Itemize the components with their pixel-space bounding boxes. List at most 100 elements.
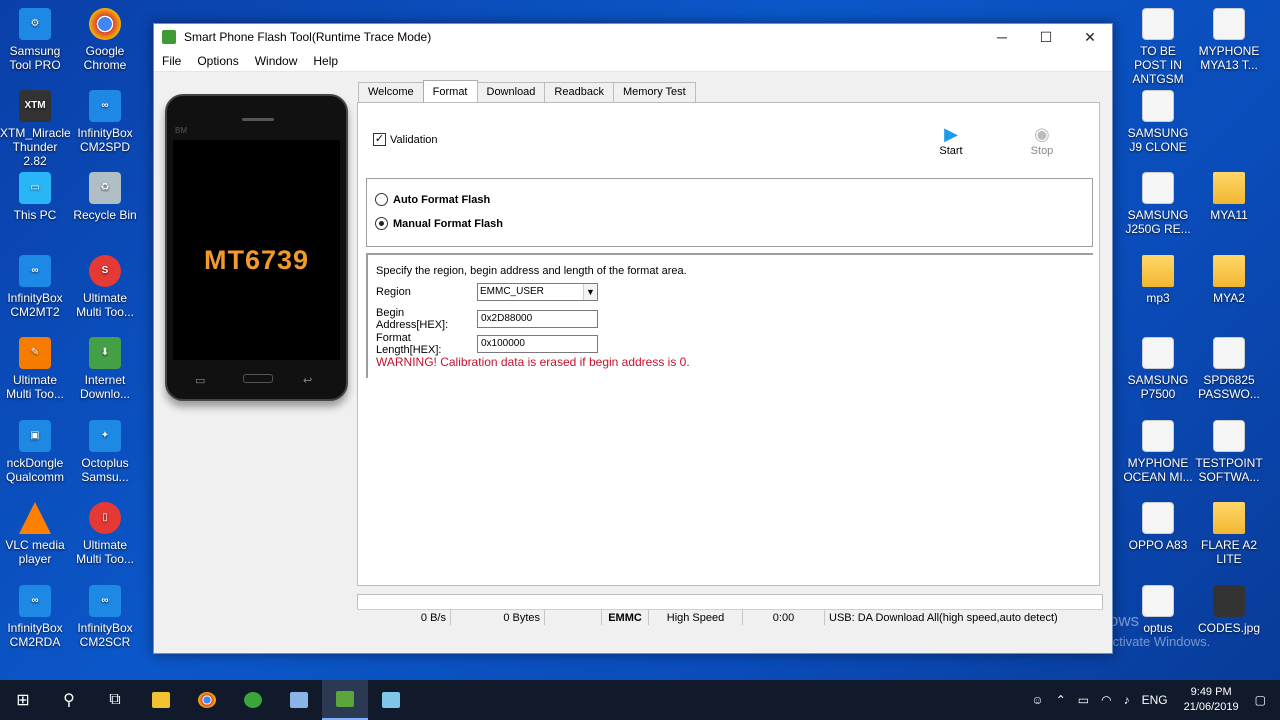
- menu-file[interactable]: File: [154, 54, 189, 68]
- tab-download[interactable]: Download: [476, 82, 546, 102]
- chevron-up-icon[interactable]: ⌃: [1050, 693, 1072, 707]
- manual-format-option[interactable]: Manual Format Flash: [375, 217, 503, 230]
- auto-format-radio[interactable]: [375, 193, 388, 206]
- desktop-icon-label: SPD6825 PASSWO...: [1198, 373, 1260, 401]
- region-select[interactable]: EMMC_USER ▼: [477, 283, 598, 301]
- desktop-icon-label: TO BE POST IN ANTGSM: [1132, 44, 1184, 86]
- desktop-icon-this-pc[interactable]: ▭ This PC: [0, 172, 70, 222]
- desktop-icon-samsung-p7500[interactable]: SAMSUNG P7500: [1123, 337, 1193, 401]
- desktop-icon-label: Google Chrome: [83, 44, 127, 72]
- folder-doc-icon: [1142, 90, 1174, 122]
- file-explorer-icon[interactable]: [138, 680, 184, 720]
- desktop-icon-infinitybox-cm2rda[interactable]: ∞ InfinityBox CM2RDA: [0, 585, 70, 649]
- desktop-icon-to-be-post[interactable]: TO BE POST IN ANTGSM: [1123, 8, 1193, 86]
- search-icon[interactable]: ⚲: [46, 680, 92, 720]
- format-length-input[interactable]: 0x100000: [477, 335, 598, 353]
- remote-desktop-icon[interactable]: [276, 680, 322, 720]
- format-length-label: Format Length[HEX]:: [376, 332, 442, 356]
- task-view-icon[interactable]: ⧉: [92, 680, 138, 720]
- taskbar: ⊞ ⚲ ⧉ ☺ ⌃ ▭ ◠ ♪ ENG 9:49 PM 21/06/2019 ▢: [0, 680, 1280, 720]
- desktop-icon-samsung-j250g[interactable]: SAMSUNG J250G RE...: [1123, 172, 1193, 236]
- utorrent-icon[interactable]: [230, 680, 276, 720]
- desktop-icon-label: MYPHONE OCEAN MI...: [1123, 456, 1193, 484]
- clock[interactable]: 9:49 PM 21/06/2019: [1174, 685, 1249, 715]
- desktop-icon-mp3[interactable]: mp3: [1123, 255, 1193, 305]
- desktop-icon-spd6825[interactable]: SPD6825 PASSWO...: [1194, 337, 1264, 401]
- stop-icon: ◉: [1034, 124, 1050, 144]
- validation-checkbox[interactable]: ✓: [373, 133, 386, 146]
- window-title: Smart Phone Flash Tool(Runtime Trace Mod…: [184, 30, 432, 44]
- desktop-icon-label: FLARE A2 LITE: [1200, 538, 1258, 566]
- desktop-icon-mya11[interactable]: MYA11: [1194, 172, 1264, 222]
- recycle-bin-icon: ♻: [89, 172, 121, 204]
- ultimate-multi-icon: S: [89, 255, 121, 287]
- menu-options[interactable]: Options: [189, 54, 246, 68]
- menu-bar: File Options Window Help: [154, 50, 1112, 72]
- windows-start-icon[interactable]: ⊞: [0, 680, 46, 720]
- tab-welcome[interactable]: Welcome: [358, 82, 424, 102]
- desktop-icon-oppo-a83[interactable]: OPPO A83: [1123, 502, 1193, 552]
- desktop-icon-myphone-mya13[interactable]: MYPHONE MYA13 T...: [1194, 8, 1264, 72]
- desktop-icon-flare-a2[interactable]: FLARE A2 LITE: [1194, 502, 1264, 566]
- menu-window[interactable]: Window: [247, 54, 306, 68]
- desktop-icon-ultimate-multi-1[interactable]: S Ultimate Multi Too...: [70, 255, 140, 319]
- desktop-icon-mya2[interactable]: MYA2: [1194, 255, 1264, 305]
- validation-checkbox-row[interactable]: ✓ Validation: [373, 133, 438, 146]
- desktop-icon-myphone-ocean[interactable]: MYPHONE OCEAN MI...: [1123, 420, 1193, 484]
- desktop-icon-ultimate-multi-2[interactable]: ✎ Ultimate Multi Too...: [0, 337, 70, 401]
- desktop-icon-octoplus[interactable]: ✦ Octoplus Samsu...: [70, 420, 140, 484]
- begin-address-row: Begin Address[HEX]: 0x2D88000: [376, 307, 598, 331]
- desktop-icon-label: SAMSUNG J9 CLONE: [1127, 126, 1189, 154]
- title-bar[interactable]: Smart Phone Flash Tool(Runtime Trace Mod…: [154, 24, 1112, 50]
- tab-memory-test[interactable]: Memory Test: [612, 82, 696, 102]
- desktop-icon-label: CODES.jpg: [1197, 621, 1261, 635]
- desktop-icon-xtm[interactable]: XTM XTM_Miracle Thunder 2.82: [0, 90, 71, 168]
- desktop-icon-infinitybox-cm2mt2[interactable]: ∞ InfinityBox CM2MT2: [0, 255, 70, 319]
- flash-tool-taskbar-icon[interactable]: [322, 680, 368, 720]
- desktop-icon-nckdongle[interactable]: ▣ nckDongle Qualcomm: [0, 420, 70, 484]
- language-indicator[interactable]: ENG: [1136, 693, 1174, 707]
- desktop-icon-ultimate-multi-3[interactable]: ▯ Ultimate Multi Too...: [70, 502, 140, 566]
- chevron-down-icon[interactable]: ▼: [583, 284, 597, 300]
- folder-doc-icon: [1213, 8, 1245, 40]
- manual-format-radio[interactable]: [375, 217, 388, 230]
- tab-readback[interactable]: Readback: [544, 82, 614, 102]
- desktop-icon-label: MYPHONE MYA13 T...: [1198, 44, 1260, 72]
- menu-help[interactable]: Help: [305, 54, 346, 68]
- people-icon[interactable]: ☺: [1025, 693, 1049, 707]
- play-icon: ▶: [944, 124, 958, 144]
- close-button[interactable]: ✕: [1068, 24, 1112, 50]
- desktop-icon-internet-download[interactable]: ⬇ Internet Downlo...: [70, 337, 140, 401]
- begin-address-input[interactable]: 0x2D88000: [477, 310, 598, 328]
- desktop-icon-infinitybox-cm2spd[interactable]: ∞ InfinityBox CM2SPD: [70, 90, 140, 154]
- auto-format-option[interactable]: Auto Format Flash: [375, 193, 490, 206]
- tab-format[interactable]: Format: [422, 80, 478, 102]
- folder-doc-icon: [1142, 585, 1174, 617]
- desktop-icon-vlc[interactable]: VLC media player: [0, 502, 70, 566]
- volume-icon[interactable]: ♪: [1118, 693, 1136, 707]
- start-button[interactable]: ▶ Start: [931, 123, 971, 157]
- phone-speaker: [242, 118, 274, 121]
- desktop-icon-codes[interactable]: CODES.jpg: [1194, 585, 1264, 635]
- infinitybox-icon: ∞: [89, 585, 121, 617]
- desktop-icon-label: InfinityBox CM2SCR: [77, 621, 133, 649]
- region-row: Region EMMC_USER ▼: [376, 283, 598, 301]
- desktop-icon-samsung-tool[interactable]: ⚙ Samsung Tool PRO: [0, 8, 70, 72]
- notification-icon[interactable]: ▢: [1249, 693, 1280, 707]
- minimize-button[interactable]: ─: [980, 24, 1024, 50]
- chrome-taskbar-icon[interactable]: [184, 680, 230, 720]
- desktop-icon-google-chrome[interactable]: Google Chrome: [70, 8, 140, 72]
- desktop-icon-recycle-bin[interactable]: ♻ Recycle Bin: [70, 172, 140, 222]
- stop-label: Stop: [1030, 145, 1054, 157]
- battery-icon[interactable]: ▭: [1072, 693, 1095, 707]
- notes-app-icon[interactable]: [368, 680, 414, 720]
- desktop-icon-testpoint[interactable]: TESTPOINT SOFTWA...: [1194, 420, 1264, 484]
- wifi-icon[interactable]: ◠: [1095, 693, 1117, 707]
- stop-button[interactable]: ◉ Stop: [1022, 123, 1062, 157]
- desktop-icon-samsung-j9[interactable]: SAMSUNG J9 CLONE: [1123, 90, 1193, 154]
- manual-format-label: Manual Format Flash: [393, 217, 504, 230]
- maximize-button[interactable]: ☐: [1024, 24, 1068, 50]
- desktop-icon-label: SAMSUNG P7500: [1127, 373, 1189, 401]
- infinitybox-icon: ∞: [19, 585, 51, 617]
- desktop-icon-infinitybox-cm2scr[interactable]: ∞ InfinityBox CM2SCR: [70, 585, 140, 649]
